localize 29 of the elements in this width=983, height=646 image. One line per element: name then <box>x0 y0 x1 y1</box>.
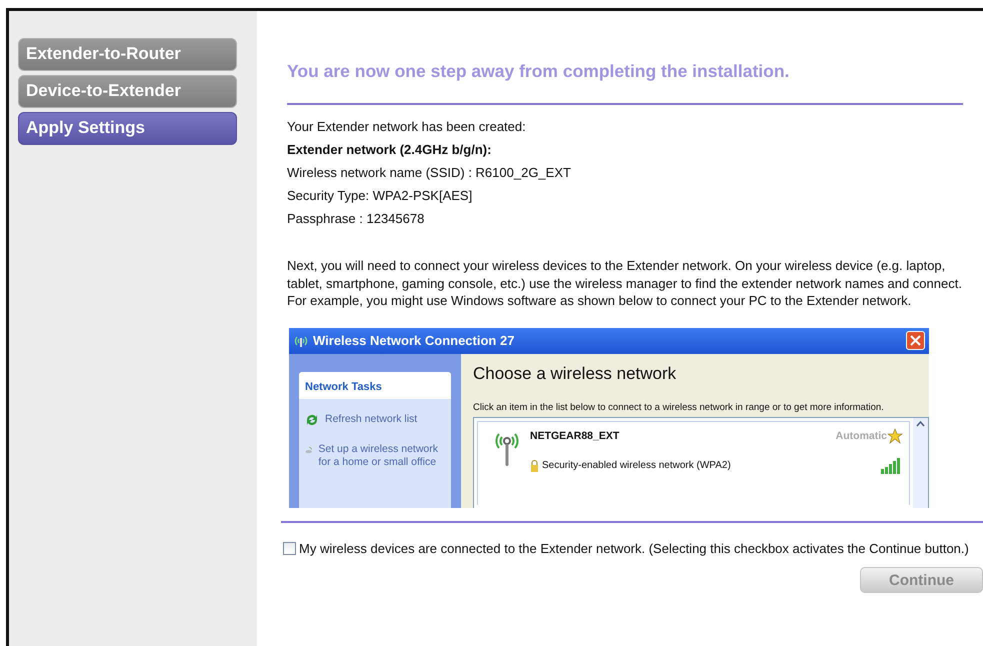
scroll-up-icon[interactable] <box>916 420 925 426</box>
window-heading: Choose a wireless network <box>473 364 678 384</box>
task-link[interactable]: Set up a wireless network for a home or small office <box>318 442 445 468</box>
lock-icon <box>530 460 539 472</box>
star-icon <box>887 428 903 444</box>
info-text: Your Extender network has been created: <box>287 118 527 135</box>
info-text: Extender network (2.4GHz b/g/n): <box>287 141 492 158</box>
info-text: Wireless network name (SSID) : R6100_2G_EXT <box>287 164 572 181</box>
checkbox-label: My wireless devices are connected to the Extender network. (Selecting this checkbox activates the Continue button.) <box>299 540 969 557</box>
info-text: Passphrase : 12345678 <box>287 210 426 227</box>
network-name: NETGEAR88_EXT <box>530 430 620 442</box>
info-text: Security Type: WPA2-PSK[AES] <box>287 187 474 204</box>
network-item[interactable]: NETGEAR88_EXT Automatic Security-enabled wireless network (WPA2) <box>477 420 910 504</box>
instructions-text: Next, you will need to connect your wireless devices to the Extender network. On your wireless device (e.g. laptop, tablet, smartphone, gaming console, etc.) use the wireless manager to find the extender network names and connect. For example, you might use Windows software as shown below to connect your PC to the Extender network. <box>287 257 963 310</box>
network-security: Security-enabled wireless network (WPA2) <box>542 460 732 471</box>
refresh-icon <box>305 412 319 426</box>
close-icon[interactable] <box>906 331 925 350</box>
step-tab[interactable]: Apply Settings <box>18 112 237 145</box>
wireless-icon <box>293 334 309 346</box>
window-title: Wireless Network Connection 27 <box>313 333 516 348</box>
window-description: Click an item in the list below to connect to a wireless network in range or to get more information. <box>473 402 885 414</box>
page-title: You are now one step away from completing the installation. <box>287 61 790 82</box>
tasks-heading: Network Tasks <box>299 372 451 398</box>
step-tab[interactable]: Extender-to-Router <box>18 38 237 71</box>
checkbox[interactable] <box>283 542 296 554</box>
step-tab[interactable]: Device-to-Extender <box>18 75 237 108</box>
signal-icon <box>881 458 903 474</box>
task-link[interactable]: Refresh network list <box>325 412 418 426</box>
network-status: Automatic <box>836 430 887 442</box>
